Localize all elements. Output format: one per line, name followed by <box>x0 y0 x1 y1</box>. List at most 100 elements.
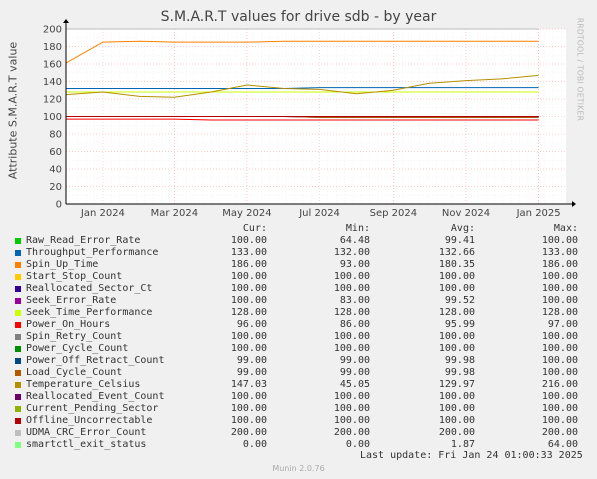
legend-avg-value: 100.00 <box>438 403 475 414</box>
legend-swatch <box>15 358 21 364</box>
legend-avg-value: 100.00 <box>438 391 475 402</box>
legend-max-value: 100.00 <box>541 235 578 246</box>
header-cur: Cur: <box>242 223 267 234</box>
legend-avg-value: 100.00 <box>438 271 475 282</box>
legend-cur-value: 200.00 <box>230 427 267 438</box>
legend-swatch <box>15 334 21 340</box>
legend-min-value: 0.00 <box>345 439 370 450</box>
legend-min-value: 100.00 <box>333 391 370 402</box>
legend-label: Raw_Read_Error_Rate <box>26 235 141 246</box>
legend-swatch <box>15 418 21 424</box>
legend-cur-value: 99.00 <box>236 355 267 366</box>
legend-swatch <box>15 322 21 328</box>
legend-max-value: 100.00 <box>541 367 578 378</box>
legend-max-value: 100.00 <box>541 403 578 414</box>
legend-max-value: 100.00 <box>541 283 578 294</box>
munin-version: Munin 2.0.76 <box>272 464 325 473</box>
legend-label: Seek_Time_Performance <box>26 307 153 318</box>
legend-cur-value: 100.00 <box>230 331 267 342</box>
legend-min-value: 200.00 <box>333 427 370 438</box>
legend-max-value: 64.00 <box>547 439 578 450</box>
legend-cur-value: 133.00 <box>230 247 267 258</box>
legend-max-value: 133.00 <box>541 247 578 258</box>
legend-cur-value: 100.00 <box>230 271 267 282</box>
legend-max-value: 100.00 <box>541 331 578 342</box>
legend-swatch <box>15 430 21 436</box>
legend-swatch <box>15 250 21 256</box>
legend-max-value: 97.00 <box>547 319 578 330</box>
legend-cur-value: 100.00 <box>230 343 267 354</box>
legend-swatch <box>15 442 21 448</box>
legend-avg-value: 100.00 <box>438 343 475 354</box>
legend-max-value: 186.00 <box>541 259 578 270</box>
legend-max-value: 100.00 <box>541 391 578 402</box>
legend-max-value: 100.00 <box>541 415 578 426</box>
legend-swatch <box>15 286 21 292</box>
legend-swatch <box>15 298 21 304</box>
legend-cur-value: 0.00 <box>242 439 267 450</box>
legend-cur-value: 100.00 <box>230 415 267 426</box>
legend-swatch <box>15 274 21 280</box>
legend-label: Power_On_Hours <box>26 319 111 330</box>
legend-max-value: 100.00 <box>541 343 578 354</box>
legend-label: Power_Cycle_Count <box>26 343 129 354</box>
legend-swatch <box>15 370 21 376</box>
legend-min-value: 100.00 <box>333 403 370 414</box>
legend-label: Offline_Uncorrectable <box>26 415 153 426</box>
legend-swatch <box>15 346 21 352</box>
legend-swatch <box>15 310 21 316</box>
legend-cur-value: 186.00 <box>230 259 267 270</box>
legend-swatch <box>15 238 21 244</box>
legend-label: Temperature_Celsius <box>26 379 141 390</box>
legend-min-value: 93.00 <box>339 259 370 270</box>
legend-min-value: 100.00 <box>333 271 370 282</box>
legend-avg-value: 200.00 <box>438 427 475 438</box>
legend-cur-value: 128.00 <box>230 307 267 318</box>
legend-label: Reallocated_Sector_Ct <box>26 283 153 294</box>
legend-min-value: 99.00 <box>339 355 370 366</box>
legend-min-value: 45.05 <box>339 379 370 390</box>
legend-label: Spin_Retry_Count <box>26 331 123 342</box>
legend-cur-value: 147.03 <box>230 379 267 390</box>
legend-swatch <box>15 382 21 388</box>
legend-cur-value: 100.00 <box>230 403 267 414</box>
legend-min-value: 64.48 <box>339 235 370 246</box>
legend-avg-value: 180.35 <box>438 259 475 270</box>
legend-min-value: 99.00 <box>339 367 370 378</box>
legend-label: Seek_Error_Rate <box>26 295 117 306</box>
header-max: Max: <box>553 223 578 234</box>
legend-swatch <box>15 406 21 412</box>
legend-label: Current_Pending_Sector <box>26 403 159 414</box>
last-update: Last update: Fri Jan 24 01:00:33 2025 <box>360 450 583 461</box>
legend-swatch <box>15 262 21 268</box>
legend-label: Reallocated_Event_Count <box>26 391 165 402</box>
legend-swatch <box>15 394 21 400</box>
legend: Cur: Min: Avg: Max: Raw_Read_Error_Rate 1… <box>0 0 597 479</box>
legend-cur-value: 100.00 <box>230 283 267 294</box>
legend-min-value: 128.00 <box>333 307 370 318</box>
legend-cur-value: 100.00 <box>230 295 267 306</box>
legend-label: UDMA_CRC_Error_Count <box>26 427 147 438</box>
legend-avg-value: 100.00 <box>438 331 475 342</box>
legend-max-value: 100.00 <box>541 271 578 282</box>
legend-label: Spin_Up_Time <box>26 259 99 270</box>
legend-min-value: 86.00 <box>339 319 370 330</box>
legend-avg-value: 1.87 <box>450 439 475 450</box>
header-min: Min: <box>345 223 370 234</box>
legend-cur-value: 100.00 <box>230 391 267 402</box>
legend-min-value: 100.00 <box>333 415 370 426</box>
legend-max-value: 128.00 <box>541 307 578 318</box>
legend-cur-value: 99.00 <box>236 367 267 378</box>
legend-avg-value: 99.98 <box>444 355 475 366</box>
legend-label: Start_Stop_Count <box>26 271 123 282</box>
legend-label: Power_Off_Retract_Count <box>26 355 165 366</box>
legend-avg-value: 100.00 <box>438 283 475 294</box>
legend-avg-value: 129.97 <box>438 379 475 390</box>
legend-min-value: 100.00 <box>333 331 370 342</box>
legend-avg-value: 100.00 <box>438 415 475 426</box>
legend-max-value: 100.00 <box>541 295 578 306</box>
legend-label: smartctl_exit_status <box>26 439 147 450</box>
legend-avg-value: 132.66 <box>438 247 475 258</box>
legend-label: Load_Cycle_Count <box>26 367 123 378</box>
legend-avg-value: 99.98 <box>444 367 475 378</box>
